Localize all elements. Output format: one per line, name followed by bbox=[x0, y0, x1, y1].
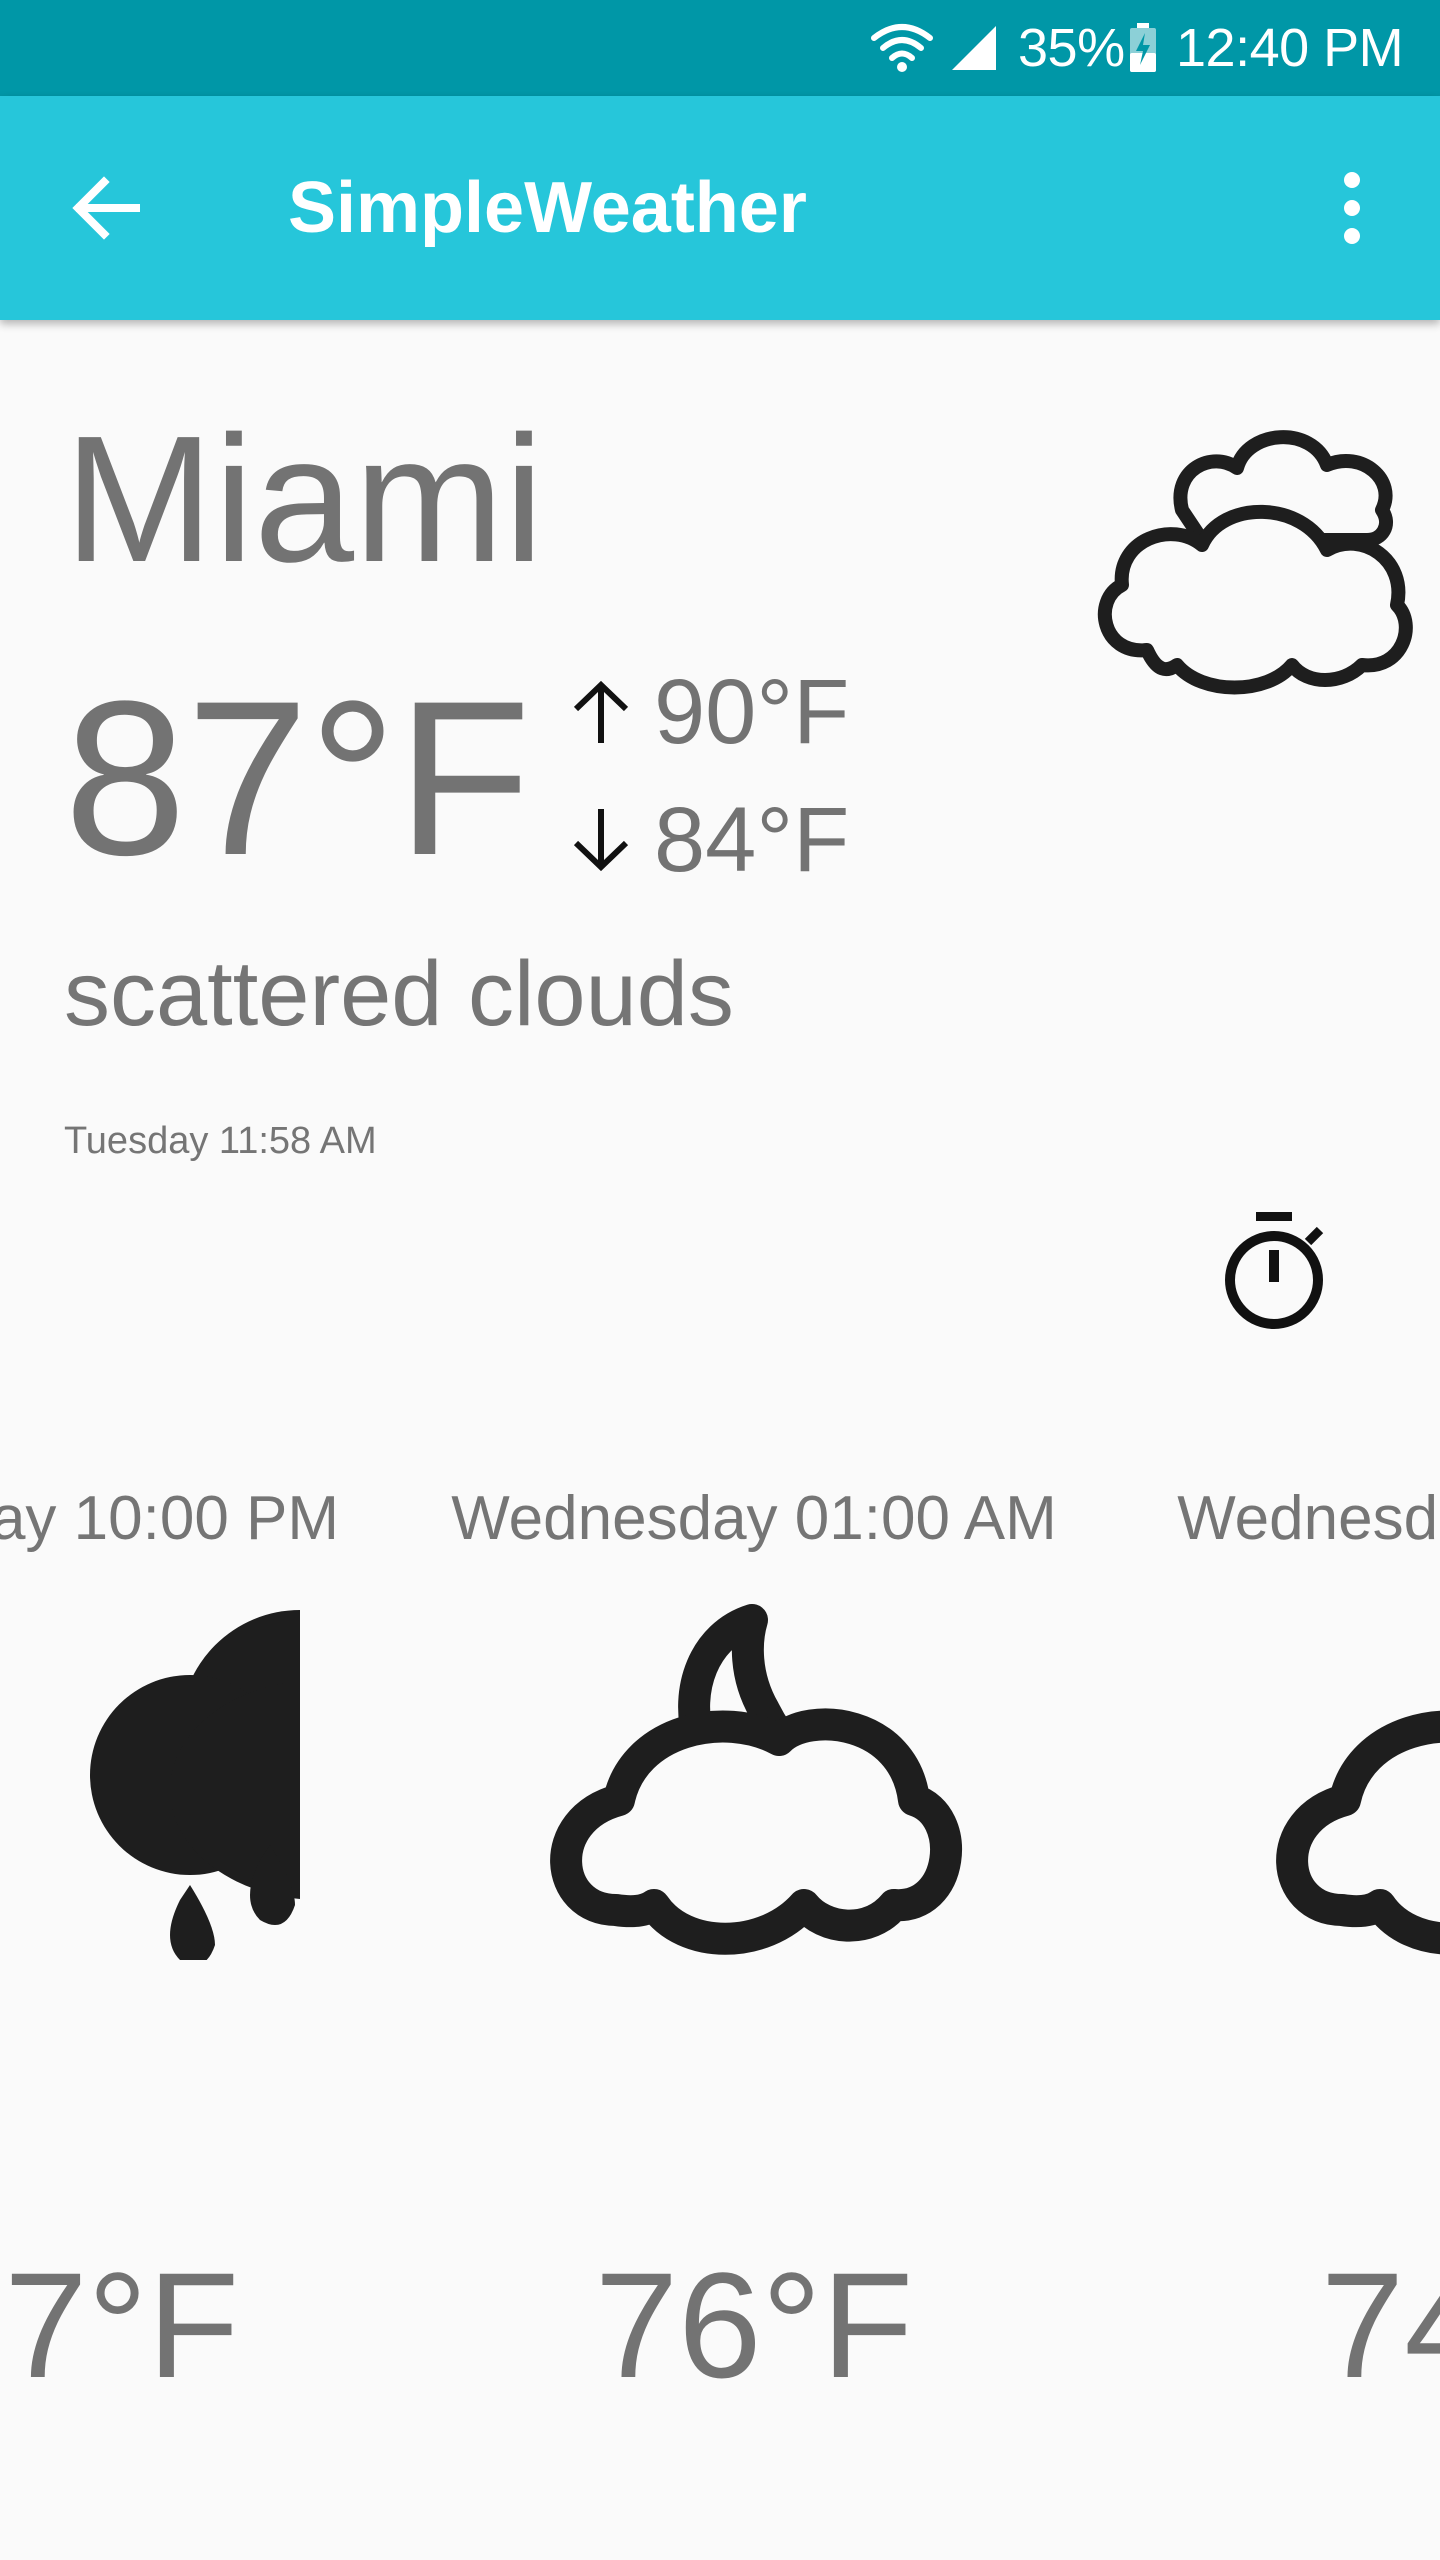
arrow-down-icon bbox=[573, 809, 629, 872]
city-name: Miami bbox=[64, 399, 544, 600]
updated-time: Tuesday 11:58 AM bbox=[64, 1120, 377, 1162]
cloud-icon bbox=[1260, 1600, 1440, 1960]
more-vert-icon[interactable] bbox=[1320, 168, 1384, 248]
forecast-item[interactable]: Wednesday 01:00 AM 76°F bbox=[374, 1440, 1134, 2440]
clock: 12:40 PM bbox=[1176, 18, 1404, 78]
high-temperature: 90°F bbox=[566, 666, 849, 758]
night-cloudy-icon bbox=[534, 1600, 974, 1960]
low-temperature: 84°F bbox=[566, 794, 849, 886]
forecast-time: Wednesday 04:00 AM bbox=[1177, 1484, 1440, 1553]
battery-percent: 35% bbox=[1018, 18, 1125, 78]
wifi-icon bbox=[870, 0, 934, 96]
rain-cloud-icon bbox=[0, 1600, 580, 1965]
forecast-temperature: 74°F bbox=[1320, 2241, 1440, 2409]
low-temperature-value: 84°F bbox=[654, 789, 850, 891]
cell-signal-icon bbox=[950, 0, 998, 96]
app-bar: SimpleWeather bbox=[0, 96, 1440, 320]
scattered-clouds-icon bbox=[1062, 410, 1422, 710]
arrow-back-icon[interactable] bbox=[66, 168, 146, 248]
battery-charging-icon bbox=[1128, 0, 1158, 96]
high-temperature-value: 90°F bbox=[654, 661, 850, 763]
forecast-time: Wednesday 01:00 AM bbox=[451, 1484, 1057, 1553]
forecast-temperature: 76°F bbox=[594, 2241, 914, 2409]
forecast-item[interactable]: Wednesday 04:00 AM 74°F bbox=[1100, 1440, 1440, 2440]
app-title: SimpleWeather bbox=[288, 168, 807, 248]
forecast-strip[interactable]: Tuesday 10:00 PM 77°F Wednesday 01:00 AM bbox=[0, 1440, 1440, 2440]
weather-description: scattered clouds bbox=[64, 943, 734, 1045]
current-temperature: 87°F bbox=[64, 655, 532, 901]
arrow-up-icon bbox=[573, 680, 629, 743]
status-bar: 35% 12:40 PM bbox=[0, 0, 1440, 96]
timer-icon[interactable] bbox=[1220, 1208, 1330, 1334]
